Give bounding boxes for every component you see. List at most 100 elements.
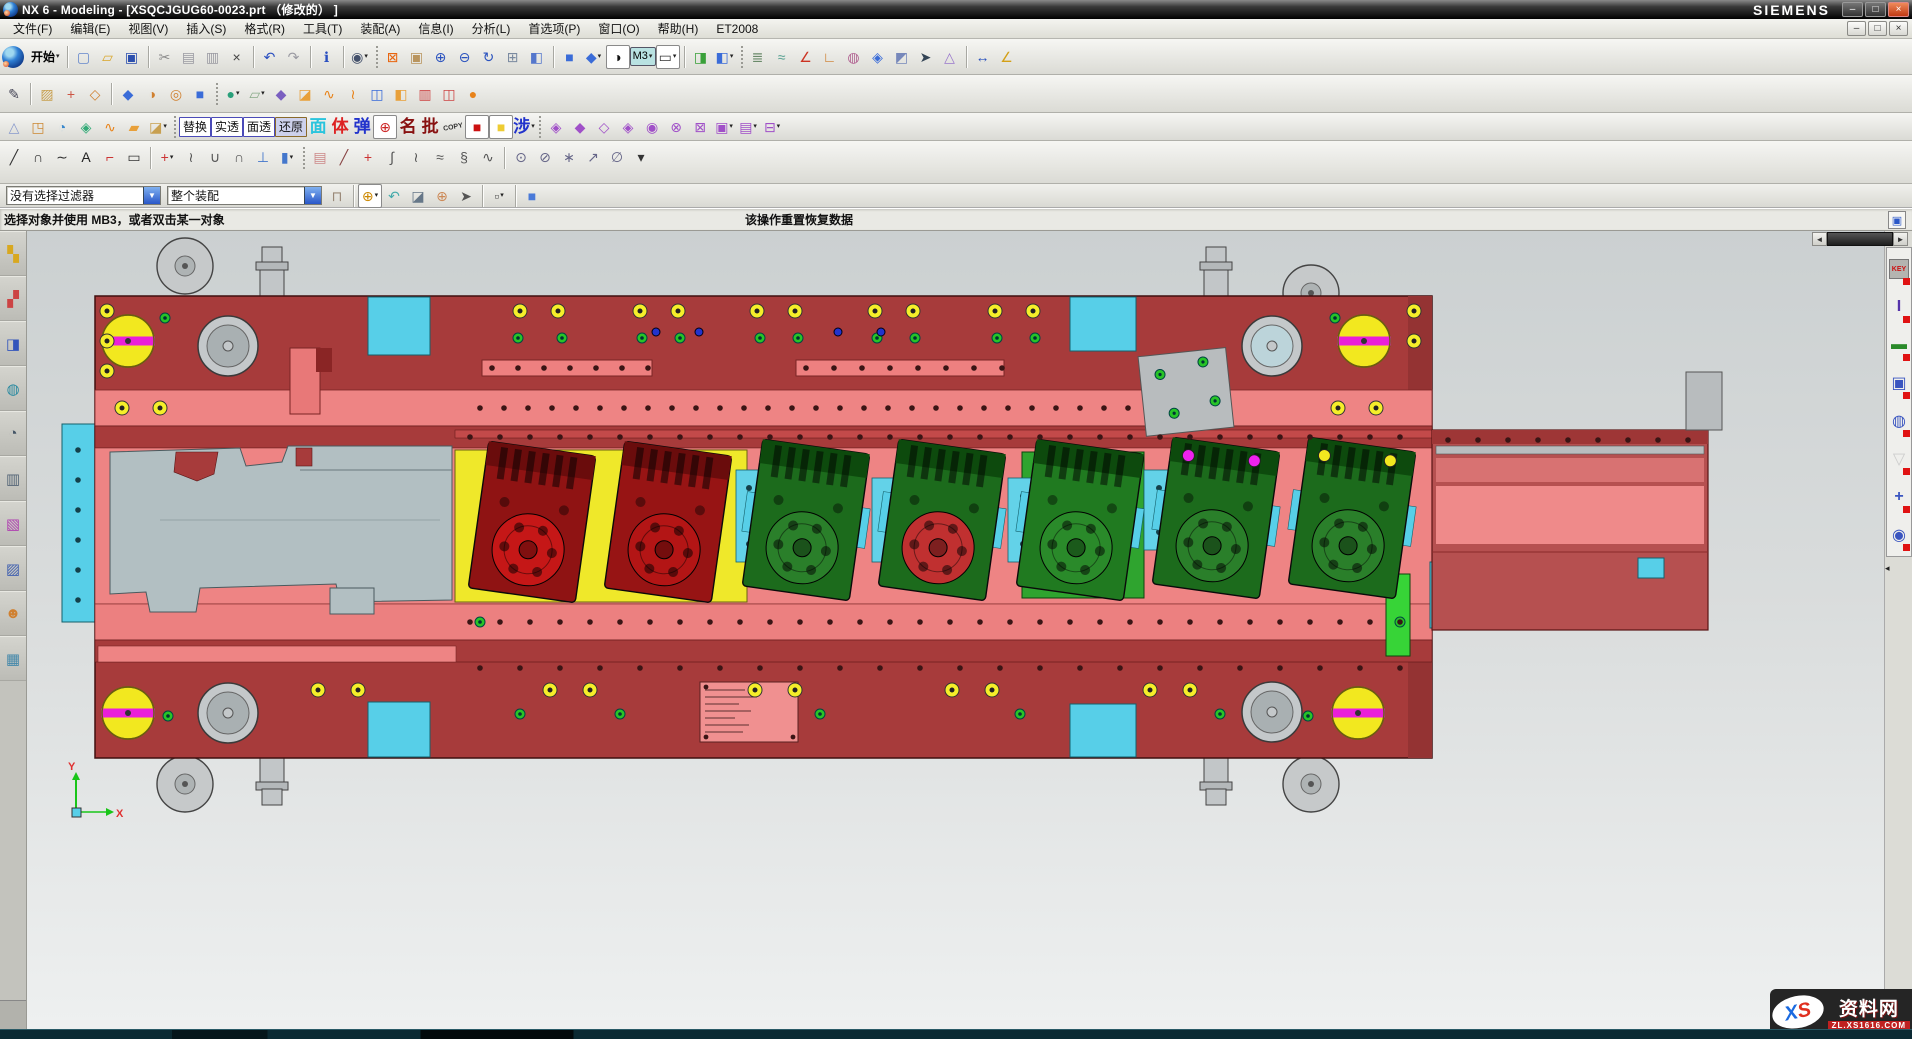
key-part-icon[interactable]: KEY: [1888, 251, 1910, 287]
redo-icon[interactable]: ↷: [282, 45, 306, 69]
body-display-button[interactable]: 体: [329, 115, 351, 139]
swept-icon[interactable]: ≀: [341, 82, 365, 106]
close-button[interactable]: ×: [1888, 2, 1909, 17]
trim-curve-icon[interactable]: ⊘: [533, 145, 557, 169]
line-icon[interactable]: ╱: [2, 145, 26, 169]
new-file-icon[interactable]: ▢: [72, 45, 96, 69]
scroll-left-icon[interactable]: ◄: [1812, 232, 1827, 246]
sweep-icon[interactable]: ∿: [317, 82, 341, 106]
datum-plane-icon[interactable]: ▨: [35, 82, 59, 106]
menu-item-view[interactable]: 视图(V): [119, 19, 177, 38]
render-style-button[interactable]: M3▾: [630, 47, 656, 66]
save-icon[interactable]: ▣: [120, 45, 144, 69]
rollback-icon[interactable]: ↶: [382, 184, 406, 208]
law-curve-icon[interactable]: ∿: [476, 145, 500, 169]
bridge-curve-icon[interactable]: ∪: [203, 145, 227, 169]
resize-face-icon[interactable]: ◉: [640, 115, 664, 139]
offset-curve-icon[interactable]: ≀: [179, 145, 203, 169]
scroll-right-icon[interactable]: ►: [1893, 232, 1908, 246]
point-set-icon[interactable]: +▾: [155, 145, 179, 169]
clip-section-icon[interactable]: ◨: [689, 45, 713, 69]
helix-icon[interactable]: §: [452, 145, 476, 169]
menu-item-edit[interactable]: 编辑(E): [61, 19, 119, 38]
background-icon[interactable]: ▭▾: [656, 45, 680, 69]
thicken-icon[interactable]: ◧: [389, 82, 413, 106]
punch-part-icon[interactable]: ▽: [1888, 441, 1910, 477]
menu-item-help[interactable]: 帮助(H): [649, 19, 708, 38]
edge-blend-icon[interactable]: ◪: [293, 82, 317, 106]
wcs-dynamics-icon[interactable]: ∠: [794, 45, 818, 69]
revolve-icon[interactable]: ◑: [140, 82, 164, 106]
selection-scope-dropdown[interactable]: 整个装配 ▼: [167, 186, 322, 205]
nx-app-icon[interactable]: [2, 46, 24, 68]
spline-icon[interactable]: ∼: [50, 145, 74, 169]
spring-tool-button[interactable]: 弹: [351, 115, 373, 139]
dropdown-arrow-icon[interactable]: ▼: [304, 187, 321, 204]
menu-item-information[interactable]: 信息(I): [409, 19, 462, 38]
wcs-orient-icon[interactable]: ∟: [818, 45, 842, 69]
red-cube-icon[interactable]: ■: [465, 115, 489, 139]
plate-part-icon[interactable]: ◍: [1888, 403, 1910, 439]
hole-icon[interactable]: ◎: [164, 82, 188, 106]
text-curve-icon[interactable]: A: [74, 145, 98, 169]
delete-face-icon[interactable]: ⊗: [664, 115, 688, 139]
replace-button[interactable]: 替换: [179, 117, 211, 137]
palette-collapse-icon[interactable]: ◂: [1885, 563, 1890, 574]
menu-item-et2008[interactable]: ET2008: [707, 21, 767, 37]
system-scene-icon[interactable]: ▨: [0, 546, 26, 591]
menu-item-file[interactable]: 文件(F): [4, 19, 61, 38]
display-mode-icon[interactable]: ◑: [606, 45, 630, 69]
fit-view-icon[interactable]: ⊠: [381, 45, 405, 69]
rectangle-icon[interactable]: ▭: [122, 145, 146, 169]
offset-face-icon[interactable]: ◳: [26, 115, 50, 139]
child-restore-button[interactable]: □: [1868, 21, 1887, 36]
delete-icon[interactable]: ×: [225, 45, 249, 69]
trim-body-icon[interactable]: ▱▾: [245, 82, 269, 106]
menu-item-tools[interactable]: 工具(T): [294, 19, 351, 38]
constraint-navigator-icon[interactable]: ▞: [0, 276, 26, 321]
patch-icon[interactable]: ∿: [98, 115, 122, 139]
interference-button[interactable]: 涉▾: [513, 115, 535, 139]
open-file-icon[interactable]: ▱: [96, 45, 120, 69]
restore-button[interactable]: □: [1865, 2, 1886, 17]
curve-overflow-icon[interactable]: ▾: [629, 145, 653, 169]
minimize-button[interactable]: –: [1842, 2, 1863, 17]
undo-icon[interactable]: ↶: [258, 45, 282, 69]
face-translucent-button[interactable]: 面透: [243, 117, 275, 137]
maximize-display-icon[interactable]: ▣: [1888, 211, 1906, 229]
menu-item-format[interactable]: 格式(R): [235, 19, 294, 38]
menu-item-preferences[interactable]: 首选项(P): [519, 19, 589, 38]
palette-panel-icon[interactable]: ▥: [0, 456, 26, 501]
yellow-cube-icon[interactable]: ■: [489, 115, 513, 139]
graphics-window[interactable]: YX: [27, 231, 1884, 1029]
center-target-icon[interactable]: ⊕: [373, 115, 397, 139]
child-minimize-button[interactable]: –: [1847, 21, 1866, 36]
snap-point-icon[interactable]: ⊕▾: [358, 184, 382, 208]
offset-region-icon[interactable]: ◇: [592, 115, 616, 139]
grab-handle-icon[interactable]: ➤: [454, 184, 478, 208]
chamfer-icon[interactable]: ⌐: [98, 145, 122, 169]
solid-translucent-button[interactable]: 实透: [211, 117, 243, 137]
pin-part-icon[interactable]: +: [1888, 479, 1910, 515]
zoom-in-out-icon[interactable]: ⊖: [453, 45, 477, 69]
search-icon[interactable]: ◉▾: [348, 45, 372, 69]
immediate-hide-icon[interactable]: ◩: [890, 45, 914, 69]
select-arrow-icon[interactable]: ➤: [914, 45, 938, 69]
cut-icon[interactable]: ✂: [153, 45, 177, 69]
face-display-button[interactable]: 面: [307, 115, 329, 139]
replace-face-icon[interactable]: ◈: [616, 115, 640, 139]
work-section-icon[interactable]: ◧▾: [713, 45, 737, 69]
pull-face-icon[interactable]: ◆: [568, 115, 592, 139]
menu-item-analysis[interactable]: 分析(L): [463, 19, 520, 38]
show-hide-icon[interactable]: ◈: [866, 45, 890, 69]
copy-face-icon[interactable]: ▣▾: [712, 115, 736, 139]
arc-icon[interactable]: ∩: [26, 145, 50, 169]
menu-item-window[interactable]: 窗口(O): [589, 19, 648, 38]
menu-item-insert[interactable]: 插入(S): [177, 19, 235, 38]
intersect-curve-icon[interactable]: +: [356, 145, 380, 169]
cylinder-curve-icon[interactable]: ▮▾: [275, 145, 299, 169]
assembly-navigator-icon[interactable]: ▚: [0, 231, 26, 276]
sew-icon[interactable]: ◈: [74, 115, 98, 139]
restore-button[interactable]: 还原: [275, 117, 307, 137]
perspective-icon[interactable]: ◧: [525, 45, 549, 69]
